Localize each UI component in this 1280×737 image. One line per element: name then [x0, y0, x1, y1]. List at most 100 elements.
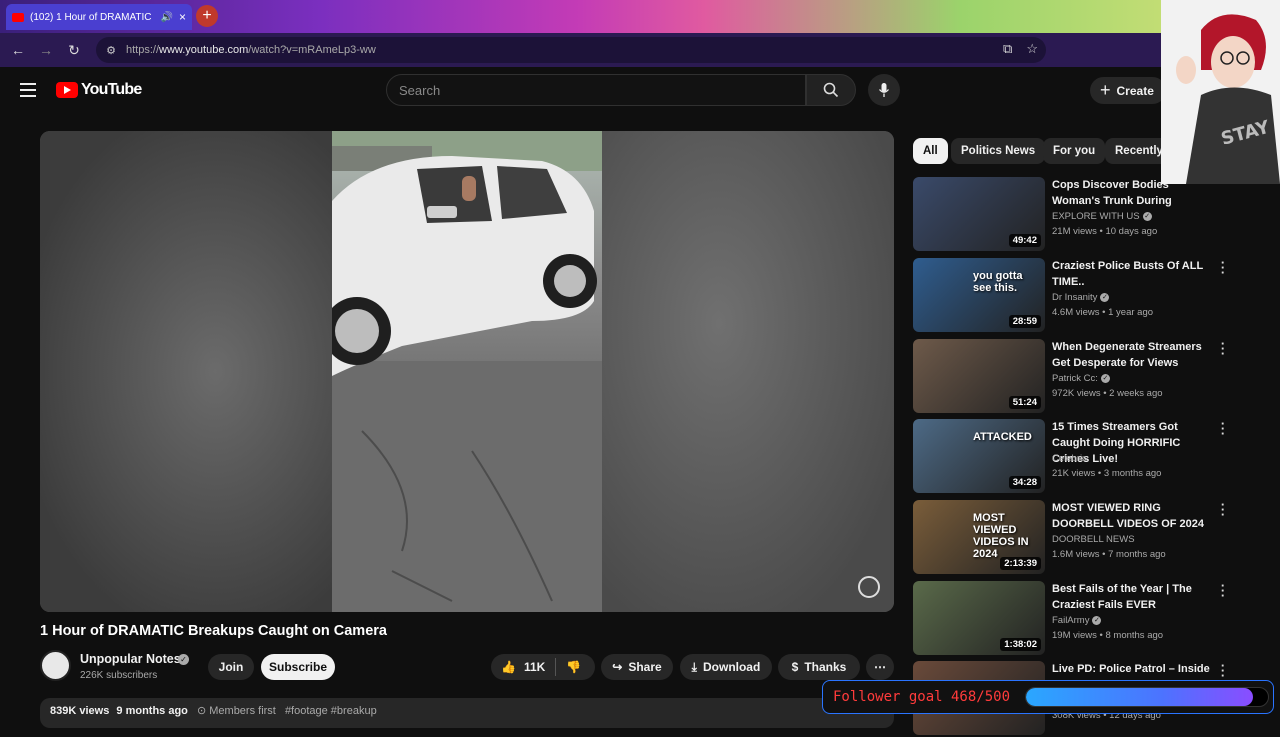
recommendation-item[interactable]: you gotta see this. 28:59 Craziest Police …	[913, 256, 1233, 334]
channel-avatar[interactable]	[40, 650, 71, 681]
thumbnail-overlay-text: you gotta see this.	[973, 270, 1023, 294]
recommendation-item[interactable]: 1:38:02 Best Fails of the Year | The Craz…	[913, 579, 1233, 657]
youtube-logo[interactable]: YouTube	[56, 81, 142, 99]
search-input[interactable]: Search	[386, 74, 806, 106]
duration-badge: 2:13:39	[1000, 557, 1041, 570]
tab-close-icon[interactable]: ×	[179, 10, 186, 24]
hamburger-menu-icon[interactable]	[20, 83, 36, 97]
thanks-icon: $	[791, 660, 799, 674]
voice-search-button[interactable]	[868, 74, 900, 106]
description-box[interactable]: 839K views 9 months ago ⊙ Members first …	[40, 698, 894, 728]
blurred-background-left	[40, 131, 332, 612]
url-host: www.youtube.com	[159, 44, 249, 56]
site-settings-icon[interactable]: ⚙	[102, 44, 120, 57]
view-count: 839K views	[50, 705, 110, 717]
verified-badge-icon: ✓	[1092, 615, 1102, 625]
browser-tab-strip: (102) 1 Hour of DRAMATIC 🔊 × +	[0, 0, 1280, 33]
verified-badge-icon: ✓	[1100, 373, 1110, 383]
recommendation-meta: 972K views • 2 weeks ago	[1052, 388, 1163, 399]
recommendation-channel[interactable]: FailArmy ✓	[1052, 615, 1102, 626]
recommendation-channel-name: Patrick Cc:	[1052, 373, 1098, 384]
tab-title: (102) 1 Hour of DRAMATIC	[30, 11, 152, 23]
bookmark-star-icon[interactable]: ☆	[1026, 41, 1038, 57]
chip-for-you[interactable]: For you	[1043, 138, 1106, 164]
new-tab-button[interactable]: +	[196, 5, 218, 27]
url-path: /watch?v=mRAmeLp3-ww	[248, 44, 376, 56]
subscriber-count: 226K subscribers	[80, 670, 158, 681]
thanks-button[interactable]: $ Thanks	[778, 654, 860, 680]
create-label: Create	[1116, 83, 1154, 98]
youtube-play-icon	[56, 82, 78, 98]
channel-watermark-icon[interactable]	[858, 576, 880, 598]
create-button[interactable]: + Create	[1090, 77, 1166, 104]
browser-tab[interactable]: (102) 1 Hour of DRAMATIC 🔊 ×	[6, 4, 192, 30]
recommendation-thumbnail[interactable]: 49:42	[913, 177, 1045, 251]
recommendation-channel[interactable]: Dr Insanity ✓	[1052, 292, 1110, 303]
share-button[interactable]: ↪ Share	[601, 654, 673, 680]
subscribe-button[interactable]: Subscribe	[261, 654, 335, 680]
reload-icon[interactable]: ↻	[60, 42, 88, 59]
microphone-icon	[878, 83, 890, 97]
more-options-icon[interactable]: · · ·	[1219, 256, 1227, 279]
thanks-label: Thanks	[804, 660, 847, 674]
download-label: Download	[702, 660, 761, 674]
channel-name[interactable]: Unpopular Notes	[80, 652, 181, 666]
follower-goal-fill	[1026, 688, 1253, 706]
recommendation-title[interactable]: When Degenerate Streamers Get Desperate …	[1052, 339, 1214, 371]
verified-badge-icon: ✓	[1100, 292, 1110, 302]
thumbs-down-icon[interactable]: 👎	[566, 660, 581, 674]
join-button[interactable]: Join	[208, 654, 254, 680]
more-options-icon[interactable]: · · ·	[1219, 498, 1227, 521]
recommendation-channel[interactable]: EXPLORE WITH US ✓	[1052, 211, 1152, 222]
thumbs-up-icon: 👍	[501, 660, 516, 674]
recommendation-thumbnail[interactable]: 1:38:02	[913, 581, 1045, 655]
share-label: Share	[628, 660, 662, 674]
more-actions-icon[interactable]: ⋯	[866, 654, 894, 680]
like-dislike-group: 👍 11K 👎	[491, 654, 595, 680]
recommendation-meta: 19M views • 8 months ago	[1052, 630, 1164, 641]
recommendation-channel[interactable]: Patrick Cc: ✓	[1052, 373, 1110, 384]
search-button[interactable]	[806, 74, 856, 106]
like-count: 11K	[523, 660, 546, 674]
like-button[interactable]: 👍 11K	[501, 660, 545, 674]
recommendation-meta: 4.6M views • 1 year ago	[1052, 307, 1154, 318]
video-frame	[332, 131, 602, 612]
anime-avatar-image: STAY	[1161, 0, 1280, 184]
back-arrow-icon[interactable]: ←	[4, 42, 32, 58]
verified-badge-icon: ✓	[1142, 211, 1152, 221]
recommendation-thumbnail[interactable]: MOST VIEWED VIDEOS IN 2024 2:13:39	[913, 500, 1045, 574]
duration-badge: 49:42	[1008, 234, 1041, 247]
recommendation-title[interactable]: Live PD: Police Patrol – Inside	[1052, 661, 1214, 677]
recommendation-channel[interactable]: DOORBELL NEWS	[1052, 534, 1135, 545]
chip-politics-news[interactable]: Politics News	[951, 138, 1046, 164]
download-button[interactable]: ⤓ Download	[680, 654, 772, 680]
more-options-icon[interactable]: · · ·	[1219, 337, 1227, 360]
recommendation-thumbnail[interactable]: ATTACKED 34:28	[913, 419, 1045, 493]
video-player[interactable]	[40, 131, 894, 612]
more-options-icon[interactable]: · · ·	[1219, 579, 1227, 602]
chip-all[interactable]: All	[913, 138, 948, 164]
address-bar[interactable]: ⚙ https://www.youtube.com/watch?v=mRAmeL…	[96, 37, 1046, 63]
hashtags[interactable]: #footage #breakup	[285, 705, 377, 717]
recommendation-title[interactable]: MOST VIEWED RING DOORBELL VIDEOS OF 2024	[1052, 500, 1214, 532]
recommendation-item[interactable]: MOST VIEWED VIDEOS IN 2024 2:13:39 MOST VI…	[913, 498, 1233, 576]
recommendation-item[interactable]: ATTACKED 34:28 15 Times Streamers Got Caug…	[913, 417, 1233, 495]
more-options-icon[interactable]: · · ·	[1219, 417, 1227, 440]
logo-text: YouTube	[81, 81, 142, 98]
recommendation-thumbnail[interactable]: 51:24	[913, 339, 1045, 413]
follower-goal-bar	[1025, 687, 1269, 707]
recommendation-meta: 21K views • 3 months ago	[1052, 468, 1162, 479]
recommendation-item[interactable]: 49:42 Cops Discover Bodies Woman's Trunk …	[913, 177, 1233, 253]
recommendation-title[interactable]: Best Fails of the Year | The Craziest Fa…	[1052, 581, 1214, 613]
recommendation-thumbnail[interactable]: you gotta see this. 28:59	[913, 258, 1045, 332]
recommendation-item[interactable]: 51:24 When Degenerate Streamers Get Despe…	[913, 337, 1233, 415]
recommendation-channel[interactable]: Celebrix	[1052, 453, 1087, 464]
follower-goal-widget: Follower goal 468/500	[822, 680, 1274, 714]
recommendation-title[interactable]: Craziest Police Busts Of ALL TIME..	[1052, 258, 1214, 290]
forward-arrow-icon[interactable]: →	[32, 42, 60, 58]
install-app-icon[interactable]: ⧉	[1003, 41, 1012, 57]
more-options-icon[interactable]: · · ·	[1219, 659, 1227, 682]
audio-playing-icon[interactable]: 🔊	[161, 12, 173, 23]
follower-goal-label: Follower goal 468/500	[833, 689, 1011, 705]
video-scene	[332, 131, 602, 612]
